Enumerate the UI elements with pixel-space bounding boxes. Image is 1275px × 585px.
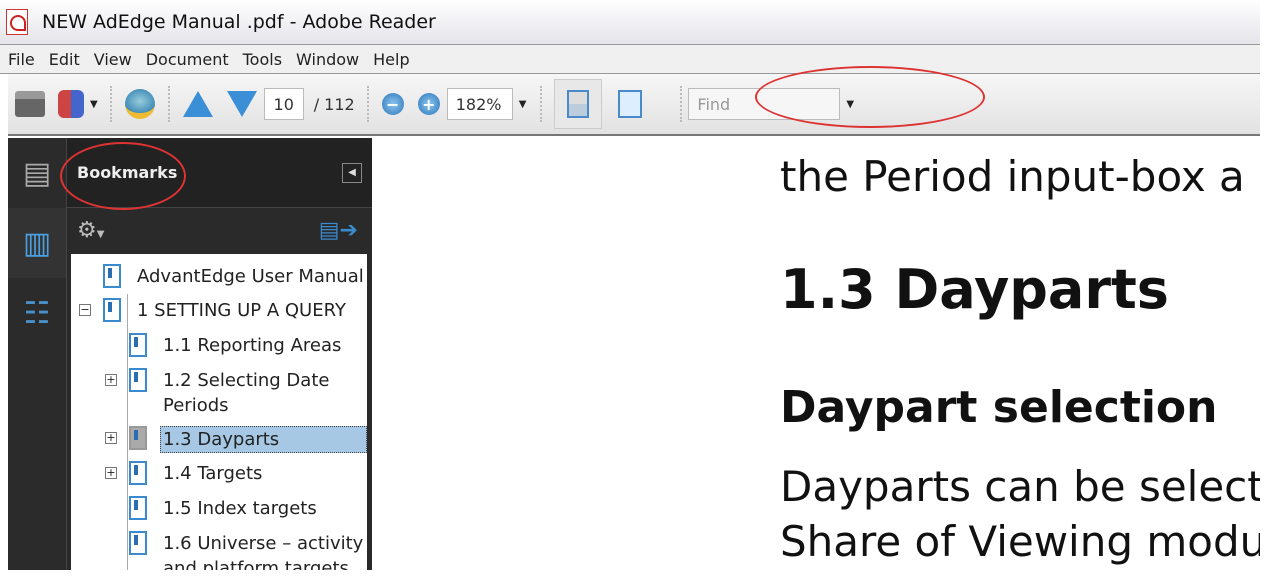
pages-icon: ▤ — [22, 155, 52, 191]
bookmark-item[interactable]: 1 SETTING UP A QUERY — [103, 298, 346, 323]
separator — [167, 86, 170, 122]
bookmark-icon — [129, 461, 147, 485]
bookmark-tree: AdvantEdge User Manual − 1 SETTING UP A … — [71, 254, 367, 570]
bookmark-item[interactable]: AdvantEdge User Manual — [103, 264, 364, 289]
expand-toggle[interactable]: + — [105, 374, 117, 386]
fit-width-button[interactable] — [554, 79, 603, 129]
tree-icon: ☷ — [23, 295, 51, 331]
pdf-app-icon — [6, 9, 28, 35]
window-title: NEW AdEdge Manual .pdf - Adobe Reader — [42, 11, 436, 33]
bookmark-icon — [129, 531, 147, 555]
menu-file[interactable]: File — [8, 50, 35, 69]
menu-edit[interactable]: Edit — [49, 50, 80, 69]
minus-icon: − — [381, 93, 404, 115]
menu-document[interactable]: Document — [146, 50, 229, 69]
collaborate-button[interactable]: ▼ — [58, 84, 98, 124]
next-page-button[interactable] — [226, 84, 258, 124]
bookmark-item-selected[interactable]: 1.3 Dayparts — [129, 426, 367, 453]
menu-tools[interactable]: Tools — [243, 50, 282, 69]
bookmark-item[interactable]: 1.6 Universe – activity and platform tar… — [129, 531, 367, 570]
menu-view[interactable]: View — [94, 50, 132, 69]
annotation-circle — [755, 66, 985, 128]
section-heading: 1.3 Dayparts — [780, 258, 1169, 321]
plus-icon: + — [417, 93, 440, 115]
zoom-in-button[interactable]: + — [417, 84, 441, 124]
bookmark-icon — [129, 333, 147, 357]
separator — [680, 86, 683, 122]
navigation-pane: ▤ ▥ ☷ — [8, 138, 66, 570]
bookmark-icon: ▥ — [22, 225, 52, 261]
printer-icon — [15, 91, 45, 117]
globe-icon — [124, 89, 155, 119]
bookmark-icon — [103, 298, 121, 322]
gear-icon: ⚙ — [77, 217, 97, 243]
acrobat-online-button[interactable] — [124, 84, 156, 124]
arrow-down-icon — [226, 91, 257, 117]
bookmark-item[interactable]: 1.5 Index targets — [129, 496, 317, 521]
menu-bar: File Edit View Document Tools Window Hel… — [0, 44, 1260, 74]
separator — [366, 86, 369, 122]
bookmark-item[interactable]: 1.2 Selecting Date Periods — [129, 368, 359, 418]
bookmark-icon — [129, 426, 147, 450]
body-text: the Period input-box a — [780, 152, 1245, 201]
page-number-input[interactable]: 10 — [263, 88, 304, 120]
bookmark-item[interactable]: 1.1 Reporting Areas — [129, 333, 341, 358]
zoom-out-button[interactable]: − — [381, 84, 405, 124]
fit-page-icon — [618, 90, 643, 118]
bookmark-icon — [129, 496, 147, 520]
options-button[interactable]: ⚙▼ — [77, 218, 104, 243]
menu-help[interactable]: Help — [373, 50, 409, 69]
title-bar: NEW AdEdge Manual .pdf - Adobe Reader — [0, 0, 1260, 44]
previous-page-button[interactable] — [182, 84, 214, 124]
model-tree-button[interactable]: ☷ — [8, 278, 66, 348]
fit-page-button[interactable] — [614, 84, 646, 124]
arrow-up-icon — [182, 91, 213, 117]
bookmark-icon — [103, 264, 121, 288]
subsection-heading: Daypart selection — [780, 382, 1218, 433]
users-icon — [58, 90, 84, 118]
bookmark-item[interactable]: 1.4 Targets — [129, 461, 262, 486]
body-text: Dayparts can be select — [780, 462, 1264, 511]
zoom-level-input[interactable]: 182% — [446, 88, 513, 120]
collapse-panel-button[interactable]: ◀ — [342, 162, 362, 183]
separator — [109, 86, 112, 122]
print-button[interactable] — [14, 84, 46, 124]
menu-window[interactable]: Window — [296, 50, 359, 69]
bookmark-icon — [129, 368, 147, 392]
annotation-circle — [60, 142, 186, 210]
fit-width-icon — [567, 90, 590, 118]
separator — [540, 86, 543, 122]
expand-toggle[interactable]: + — [105, 432, 117, 444]
expand-bookmark-button[interactable]: ▤➔ — [319, 218, 358, 243]
body-text: Share of Viewing modu — [780, 517, 1267, 566]
page-total: / 112 — [313, 94, 355, 114]
collapse-toggle[interactable]: − — [79, 304, 91, 316]
pages-button[interactable]: ▤ — [8, 138, 66, 208]
bookmark-arrow-icon: ▤➔ — [318, 217, 358, 243]
zoom-dropdown-icon[interactable]: ▼ — [519, 99, 527, 110]
bookmarks-button[interactable]: ▥ — [8, 208, 66, 278]
expand-toggle[interactable]: + — [105, 467, 117, 479]
toolbar: ▼ 10 / 112 − + 182% ▼ Find ▼ — [8, 74, 1260, 136]
